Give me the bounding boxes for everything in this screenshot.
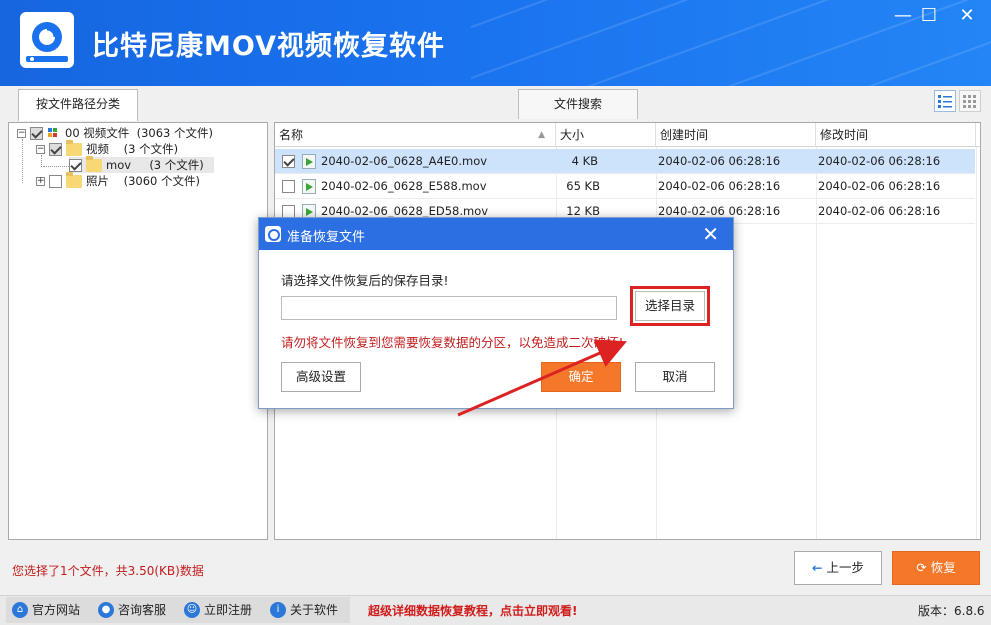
file-name: 2040-02-06_0628_E588.mov xyxy=(321,179,487,193)
column-label: 名称 xyxy=(279,128,304,142)
dialog-warning: 请勿将文件恢复到您需要恢复数据的分区，以免造成二次破坏! xyxy=(281,335,624,350)
customer-service-link[interactable]: ● 咨询客服 xyxy=(98,601,166,618)
tree-item-label: 视频 (3 个文件) xyxy=(86,142,179,156)
grid-view-icon[interactable] xyxy=(959,90,981,112)
recover-dialog: 准备恢复文件 ✕ 请选择文件恢复后的保存目录! 选择目录 请勿将文件恢复到您需要… xyxy=(258,217,734,409)
file-size: 4 KB xyxy=(571,154,598,168)
file-modified: 2040-02-06 06:28:16 xyxy=(818,204,941,218)
footer-link-label: 官方网站 xyxy=(32,603,81,617)
footer-link-label: 咨询客服 xyxy=(118,603,167,617)
tree-line xyxy=(22,139,23,183)
folder-icon xyxy=(66,139,82,156)
info-icon: i xyxy=(270,601,286,618)
refresh-icon: ⟳ xyxy=(916,560,927,575)
tree-item-label: mov (3 个文件) xyxy=(106,158,204,172)
video-file-icon xyxy=(302,154,316,169)
file-modified: 2040-02-06 06:28:16 xyxy=(818,179,941,193)
file-size: 65 KB xyxy=(566,179,600,193)
file-modified: 2040-02-06 06:28:16 xyxy=(818,154,941,168)
column-header-created[interactable]: 创建时间 xyxy=(656,123,816,147)
app-title: 比特尼康MOV视频恢复软件 xyxy=(92,31,445,62)
home-icon: ⌂ xyxy=(12,601,28,618)
tree-item-video[interactable]: − 视频 (3 个文件) xyxy=(36,139,179,157)
version-label: 版本：6.8.6 xyxy=(918,604,985,618)
expand-icon[interactable]: + xyxy=(36,176,45,186)
sort-arrow-icon: ▲ xyxy=(538,130,545,140)
table-row[interactable]: 2040-02-06_0628_E588.mov 65 KB 2040-02-0… xyxy=(275,174,975,199)
tree-item-photos[interactable]: + 照片 (3060 个文件) xyxy=(36,171,201,189)
column-divider xyxy=(976,147,977,539)
footer-link-label: 立即注册 xyxy=(204,603,253,617)
tutorial-promo-link[interactable]: 超级详细数据恢复教程，点击立即观看! xyxy=(368,602,577,619)
highlight-box xyxy=(630,286,710,326)
tree-checkbox[interactable] xyxy=(69,158,82,172)
footer-bar: ⌂ 官方网站 ● 咨询客服 ☺ 立即注册 i 关于软件 超级详细数据恢复教程，点… xyxy=(0,595,991,625)
tree-line xyxy=(43,166,69,167)
collapse-icon[interactable]: − xyxy=(36,144,45,154)
folder-tree[interactable]: − 00 视频文件 (3063 个文件) − 视频 (3 个文件) mov (3… xyxy=(8,122,268,540)
column-header-size[interactable]: 大小 xyxy=(556,123,656,147)
tree-item-video-files[interactable]: − 00 视频文件 (3063 个文件) xyxy=(17,125,213,141)
file-created: 2040-02-06 06:28:16 xyxy=(658,154,781,168)
advanced-settings-button[interactable]: 高级设置 xyxy=(281,362,361,392)
tree-item-label: 00 视频文件 (3063 个文件) xyxy=(65,126,213,140)
dialog-title-bar: 准备恢复文件 ✕ xyxy=(259,218,733,250)
footer-link-label: 关于软件 xyxy=(290,603,339,617)
list-view-icon[interactable] xyxy=(934,90,956,112)
row-checkbox[interactable] xyxy=(282,180,295,193)
user-icon: ☺ xyxy=(184,601,200,618)
prev-step-button[interactable]: ← 上一步 xyxy=(794,551,882,585)
app-logo-icon xyxy=(20,12,74,68)
row-checkbox[interactable] xyxy=(282,155,295,168)
recover-label: 恢复 xyxy=(930,560,956,575)
register-link[interactable]: ☺ 立即注册 xyxy=(184,601,252,618)
about-link[interactable]: i 关于软件 xyxy=(270,601,338,618)
collapse-icon[interactable]: − xyxy=(17,128,26,138)
app-logo-icon xyxy=(265,226,281,242)
close-icon[interactable]: ✕ xyxy=(702,222,719,246)
save-path-input[interactable] xyxy=(281,296,617,320)
video-file-icon xyxy=(302,179,316,194)
official-site-link[interactable]: ⌂ 官方网站 xyxy=(12,601,80,618)
tab-path-category[interactable]: 按文件路径分类 xyxy=(18,89,138,121)
tree-checkbox[interactable] xyxy=(49,142,62,156)
tree-checkbox[interactable] xyxy=(30,126,43,140)
maximize-button[interactable]: ☐ xyxy=(914,4,944,28)
ok-button[interactable]: 确定 xyxy=(541,362,621,392)
file-name: 2040-02-06_0628_A4E0.mov xyxy=(321,154,488,168)
folder-icon xyxy=(86,155,102,172)
column-header-name[interactable]: 名称 ▲ xyxy=(275,123,556,147)
tree-item-mov[interactable]: mov (3 个文件) xyxy=(69,155,214,173)
title-bar: 比特尼康MOV视频恢复软件 — ☐ ✕ xyxy=(0,0,991,86)
tab-file-search[interactable]: 文件搜索 xyxy=(518,89,638,119)
prev-step-label: 上一步 xyxy=(826,560,864,575)
cancel-button[interactable]: 取消 xyxy=(635,362,715,392)
chat-icon: ● xyxy=(98,601,114,618)
drive-icon xyxy=(48,128,57,137)
recover-button[interactable]: ⟳ 恢复 xyxy=(892,551,980,585)
table-header: 名称 ▲ 大小 创建时间 修改时间 xyxy=(275,123,980,147)
column-header-modified[interactable]: 修改时间 xyxy=(816,123,976,147)
dialog-prompt: 请选择文件恢复后的保存目录! xyxy=(281,273,449,288)
selection-status: 您选择了1个文件，共3.50(KB)数据 xyxy=(12,564,204,578)
table-row[interactable]: 2040-02-06_0628_A4E0.mov 4 KB 2040-02-06… xyxy=(275,149,975,174)
tree-item-label: 照片 (3060 个文件) xyxy=(86,174,201,188)
dialog-title: 准备恢复文件 xyxy=(287,230,366,245)
folder-icon xyxy=(66,171,82,188)
close-window-button[interactable]: ✕ xyxy=(952,4,982,28)
file-created: 2040-02-06 06:28:16 xyxy=(658,179,781,193)
tree-checkbox[interactable] xyxy=(49,174,62,188)
arrow-left-icon: ← xyxy=(812,560,823,575)
